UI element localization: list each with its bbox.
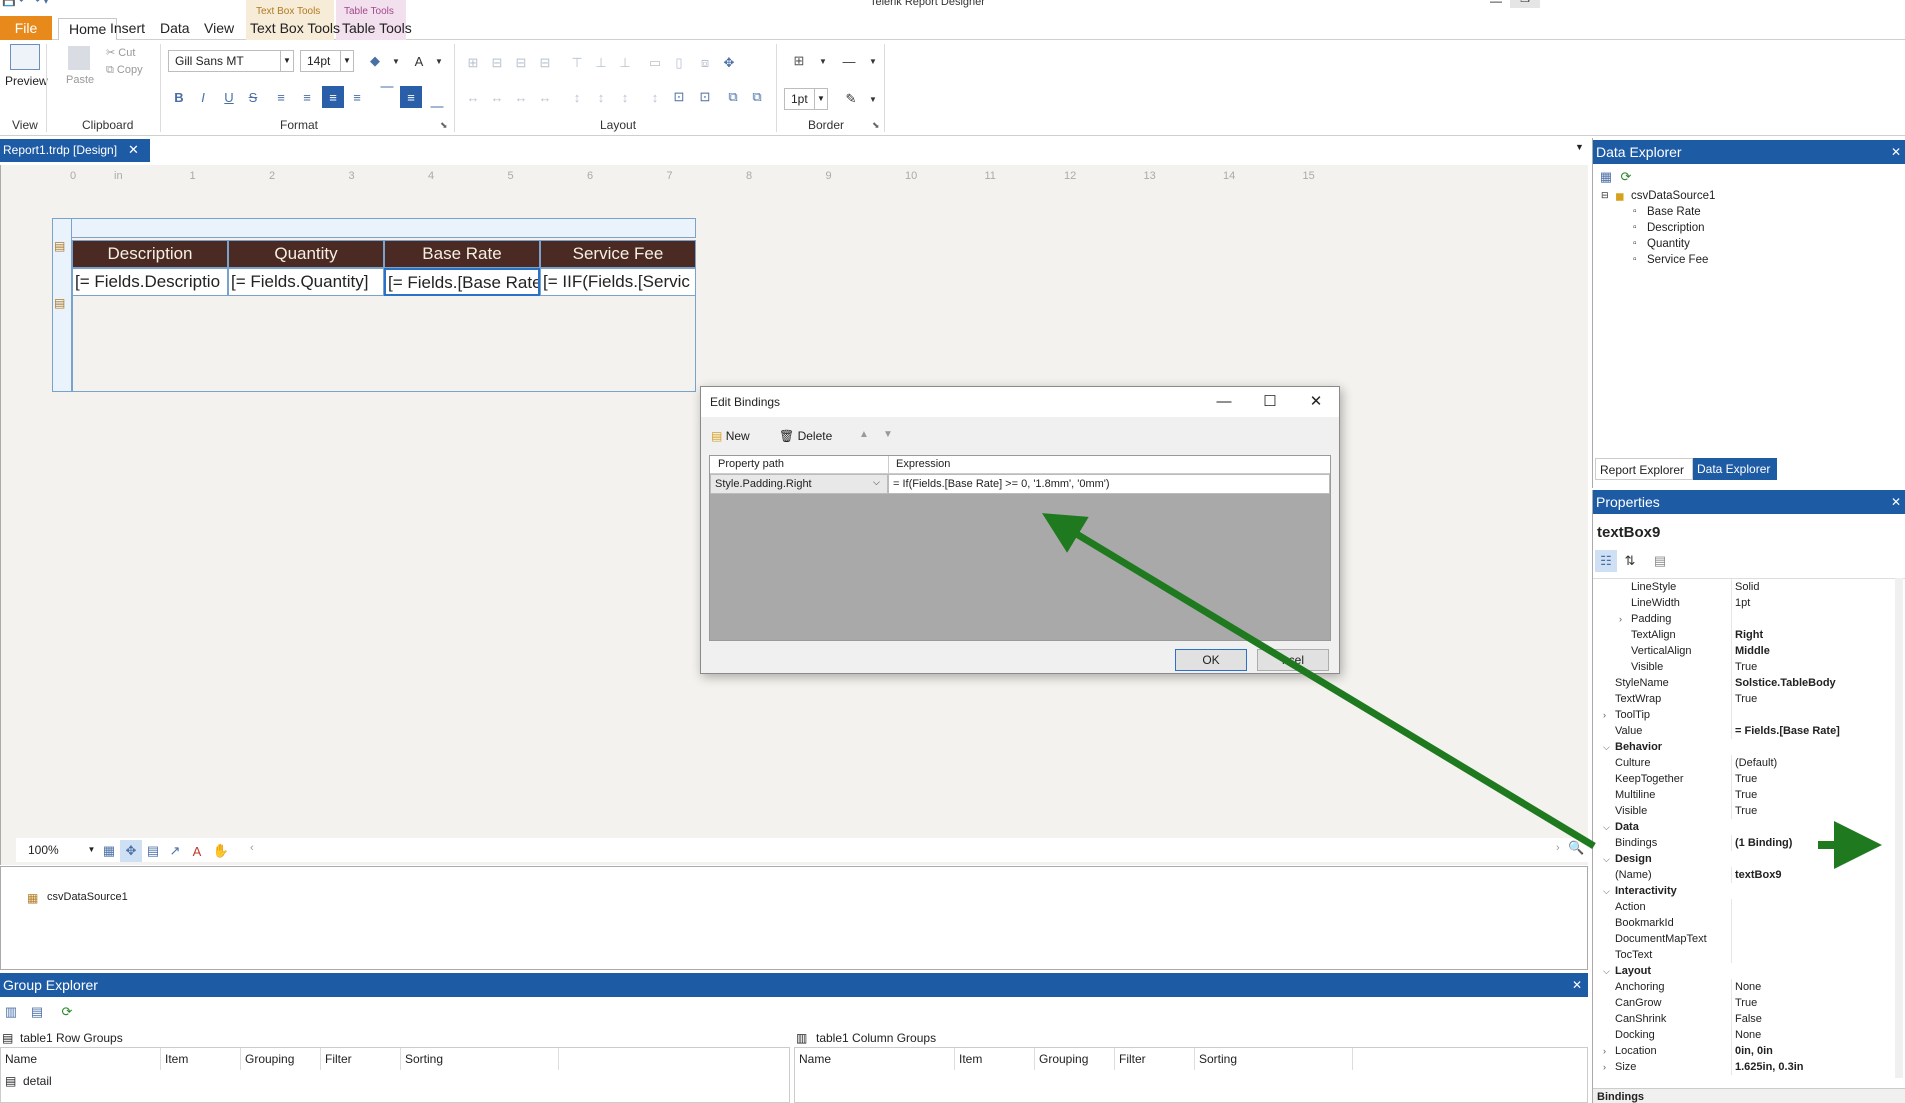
annotation-arrow-diagonal — [1042, 513, 1596, 849]
annotation-arrows — [1042, 513, 1882, 869]
